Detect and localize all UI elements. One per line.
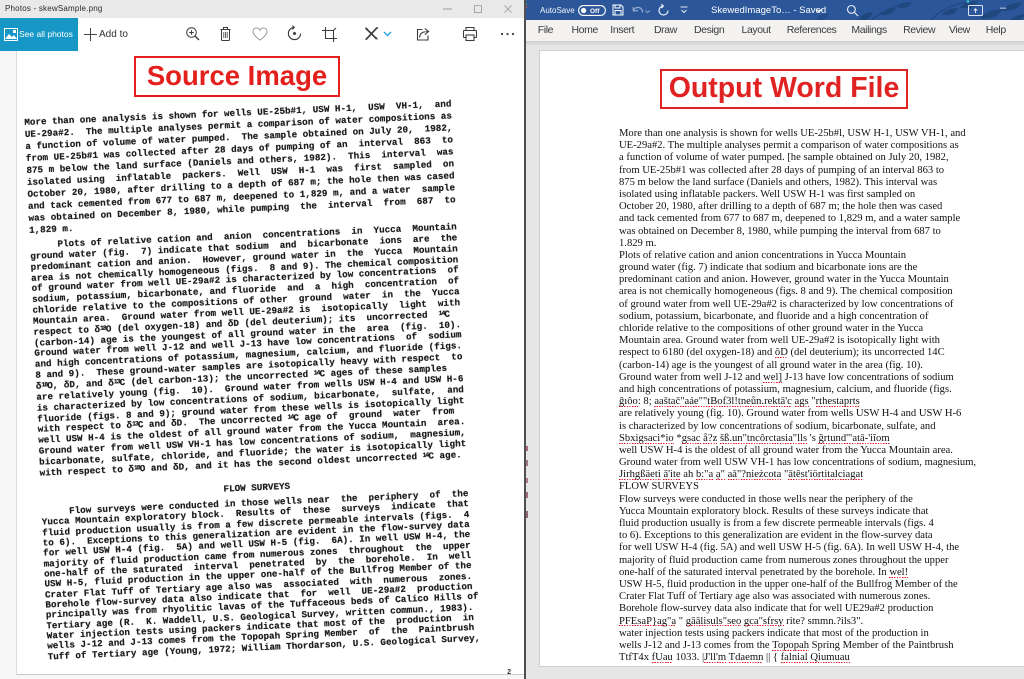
svg-text:Off: Off (590, 8, 600, 15)
